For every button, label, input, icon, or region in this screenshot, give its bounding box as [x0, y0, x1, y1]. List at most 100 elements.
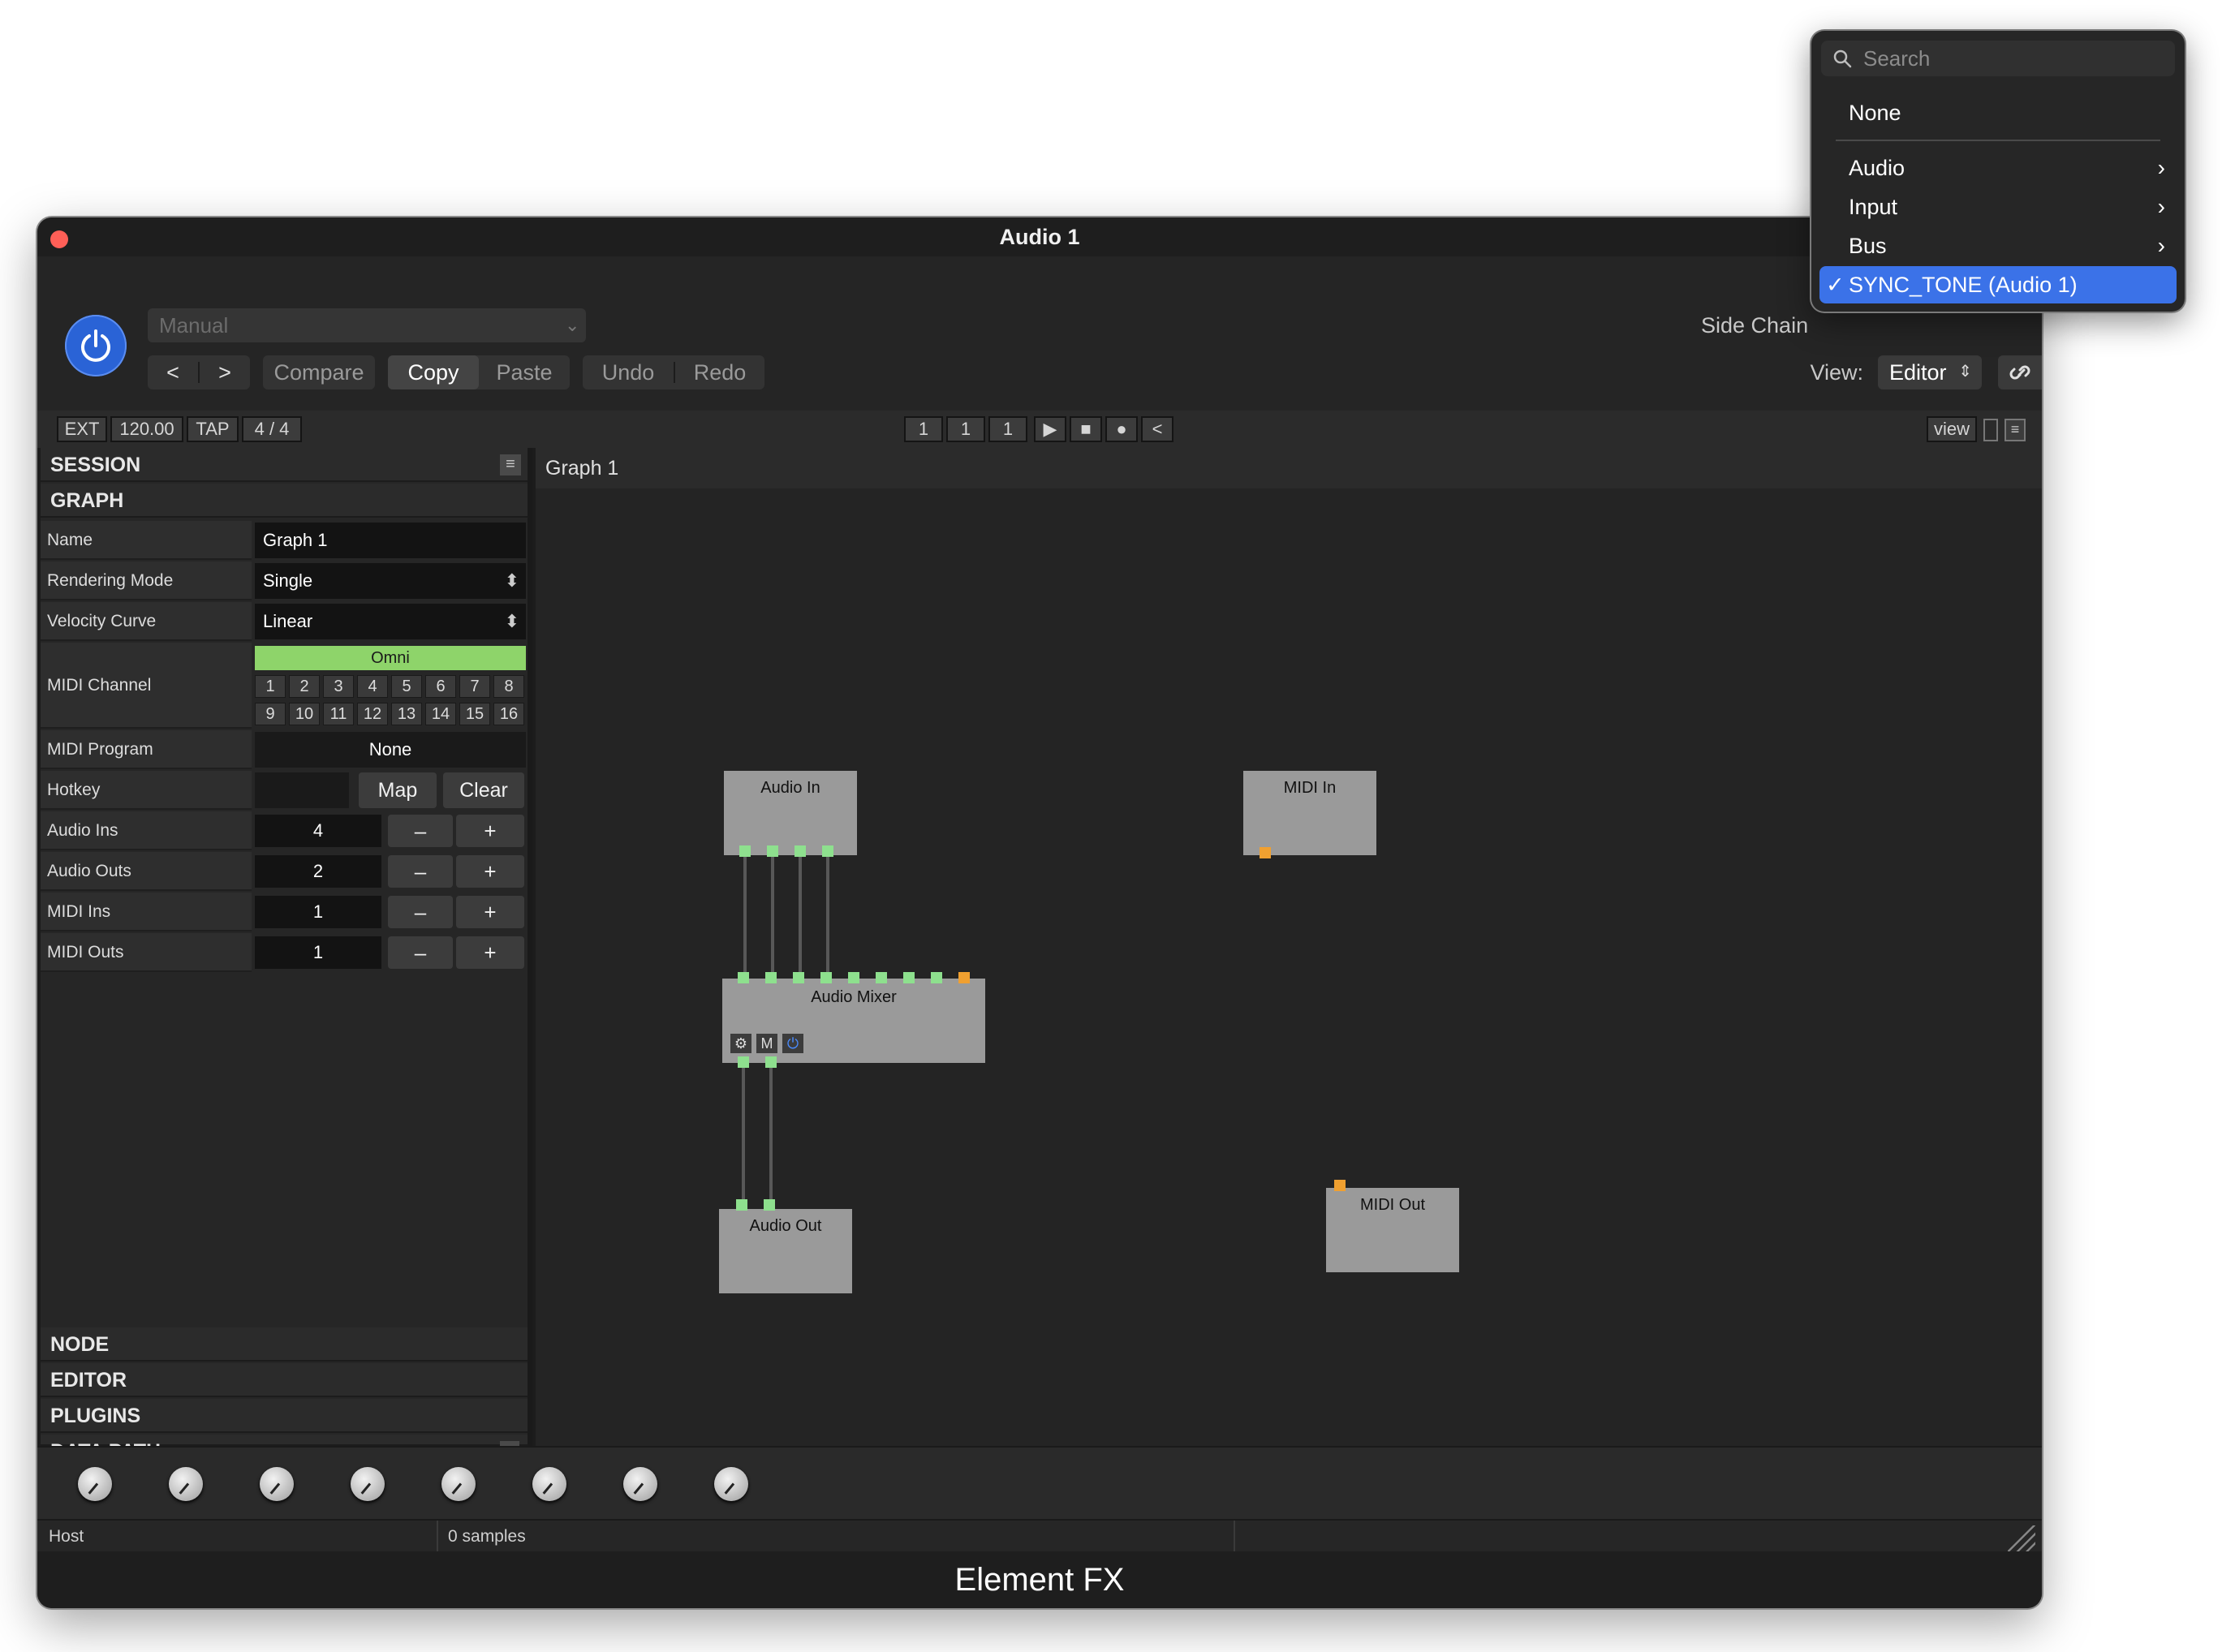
redo-button[interactable]: Redo: [675, 355, 764, 389]
audio-ins-increment[interactable]: +: [456, 815, 524, 847]
ext-sync-button[interactable]: EXT: [57, 416, 107, 442]
midi-channel-button[interactable]: 15: [459, 703, 490, 725]
midi-ins-increment[interactable]: +: [456, 896, 524, 928]
midi-channel-button[interactable]: 7: [459, 675, 490, 698]
menu-item-none[interactable]: None: [1819, 94, 2177, 131]
rewind-button[interactable]: <: [1141, 416, 1173, 442]
midi-outs-increment[interactable]: +: [456, 936, 524, 969]
midi-channel-button[interactable]: 1: [255, 675, 286, 698]
clear-button[interactable]: Clear: [443, 772, 524, 808]
preset-selector[interactable]: Manual: [148, 308, 586, 342]
midi-channel-button[interactable]: 16: [493, 703, 524, 725]
velocity-curve-select[interactable]: Linear ⬍: [255, 604, 526, 639]
section-data-path[interactable]: DATA PATH: [41, 1435, 528, 1463]
midi-channel-button[interactable]: 14: [425, 703, 456, 725]
midi-channel-button[interactable]: 11: [323, 703, 354, 725]
record-button[interactable]: ●: [1105, 416, 1138, 442]
midi-channel-button[interactable]: 8: [493, 675, 524, 698]
copy-button[interactable]: Copy: [388, 355, 479, 389]
audio-port[interactable]: [739, 845, 751, 857]
gear-icon[interactable]: ⚙: [730, 1034, 751, 1053]
midi-port[interactable]: [1334, 1180, 1346, 1191]
midi-channel-button[interactable]: 5: [391, 675, 422, 698]
macro-knob[interactable]: [532, 1467, 566, 1501]
midi-ins-decrement[interactable]: –: [388, 896, 453, 928]
midi-program-field[interactable]: None: [255, 732, 526, 768]
midi-channel-button[interactable]: 2: [289, 675, 320, 698]
audio-port[interactable]: [822, 845, 833, 857]
graph-name-field[interactable]: Graph 1: [255, 523, 526, 558]
macro-knob[interactable]: [351, 1467, 385, 1501]
audio-port[interactable]: [767, 845, 778, 857]
view-toggle-button[interactable]: view: [1927, 416, 1977, 442]
map-button[interactable]: Map: [359, 772, 437, 808]
midi-port[interactable]: [958, 972, 970, 983]
grid-view-icon[interactable]: [1983, 419, 1998, 441]
power-button[interactable]: [65, 315, 127, 376]
macro-knob[interactable]: [169, 1467, 203, 1501]
midi-channel-button[interactable]: 13: [391, 703, 422, 725]
audio-port[interactable]: [765, 1056, 777, 1068]
link-button[interactable]: [1998, 355, 2042, 389]
midi-ins-value[interactable]: 1: [255, 896, 381, 928]
macro-knob[interactable]: [260, 1467, 294, 1501]
graph-canvas[interactable]: Audio In MIDI In Audio Mixer ⚙ M ⏻ Audio…: [536, 488, 2042, 1446]
node-midi-in[interactable]: MIDI In: [1243, 771, 1376, 855]
macro-knob[interactable]: [714, 1467, 748, 1501]
undo-button[interactable]: Undo: [583, 355, 674, 389]
node-midi-out[interactable]: MIDI Out: [1326, 1188, 1459, 1272]
audio-ins-decrement[interactable]: –: [388, 815, 453, 847]
audio-port[interactable]: [764, 1199, 775, 1211]
audio-port[interactable]: [820, 972, 832, 983]
play-button[interactable]: ▶: [1034, 416, 1066, 442]
tap-tempo-button[interactable]: TAP: [187, 416, 239, 442]
prev-preset-button[interactable]: <: [148, 355, 198, 389]
node-audio-in[interactable]: Audio In: [724, 771, 857, 855]
section-plugins[interactable]: PLUGINS: [41, 1399, 528, 1433]
paste-button[interactable]: Paste: [479, 355, 570, 389]
audio-port[interactable]: [848, 972, 859, 983]
audio-ins-value[interactable]: 4: [255, 815, 381, 847]
menu-search-input[interactable]: Search: [1821, 41, 2175, 76]
time-signature-field[interactable]: 4 / 4: [242, 416, 302, 442]
audio-port[interactable]: [736, 1199, 747, 1211]
midi-port[interactable]: [1260, 847, 1271, 858]
omni-button[interactable]: Omni: [255, 646, 526, 670]
midi-channel-button[interactable]: 10: [289, 703, 320, 725]
audio-port[interactable]: [794, 845, 806, 857]
mute-button[interactable]: M: [756, 1034, 777, 1053]
midi-channel-button[interactable]: 9: [255, 703, 286, 725]
midi-channel-button[interactable]: 3: [323, 675, 354, 698]
menu-item-input[interactable]: Input ›: [1819, 188, 2177, 226]
graph-tab[interactable]: Graph 1: [536, 448, 2042, 488]
midi-channel-button[interactable]: 6: [425, 675, 456, 698]
macro-knob[interactable]: [78, 1467, 112, 1501]
compare-button[interactable]: Compare: [263, 355, 375, 389]
menu-item-audio[interactable]: Audio ›: [1819, 149, 2177, 187]
session-menu-icon[interactable]: ≡: [500, 454, 521, 475]
midi-channel-button[interactable]: 4: [357, 675, 388, 698]
next-preset-button[interactable]: >: [200, 355, 250, 389]
audio-port[interactable]: [793, 972, 804, 983]
audio-port[interactable]: [765, 972, 777, 983]
section-editor[interactable]: EDITOR: [41, 1363, 528, 1397]
audio-port[interactable]: [738, 972, 749, 983]
power-icon[interactable]: ⏻: [782, 1034, 803, 1053]
title-bar[interactable]: Audio 1: [37, 217, 2042, 256]
audio-outs-increment[interactable]: +: [456, 855, 524, 888]
audio-port[interactable]: [903, 972, 915, 983]
midi-channel-button[interactable]: 12: [357, 703, 388, 725]
view-select[interactable]: Editor ⇕: [1878, 355, 1982, 389]
rendering-mode-select[interactable]: Single ⬍: [255, 563, 526, 599]
section-graph[interactable]: GRAPH: [41, 484, 528, 518]
resize-grip-icon[interactable]: [2008, 1525, 2035, 1553]
audio-outs-value[interactable]: 2: [255, 855, 381, 888]
hotkey-field[interactable]: [255, 772, 349, 808]
midi-outs-value[interactable]: 1: [255, 936, 381, 969]
macro-knob[interactable]: [623, 1467, 657, 1501]
audio-port[interactable]: [738, 1056, 749, 1068]
midi-outs-decrement[interactable]: –: [388, 936, 453, 969]
macro-knob[interactable]: [441, 1467, 476, 1501]
audio-port[interactable]: [876, 972, 887, 983]
stop-button[interactable]: ■: [1070, 416, 1102, 442]
